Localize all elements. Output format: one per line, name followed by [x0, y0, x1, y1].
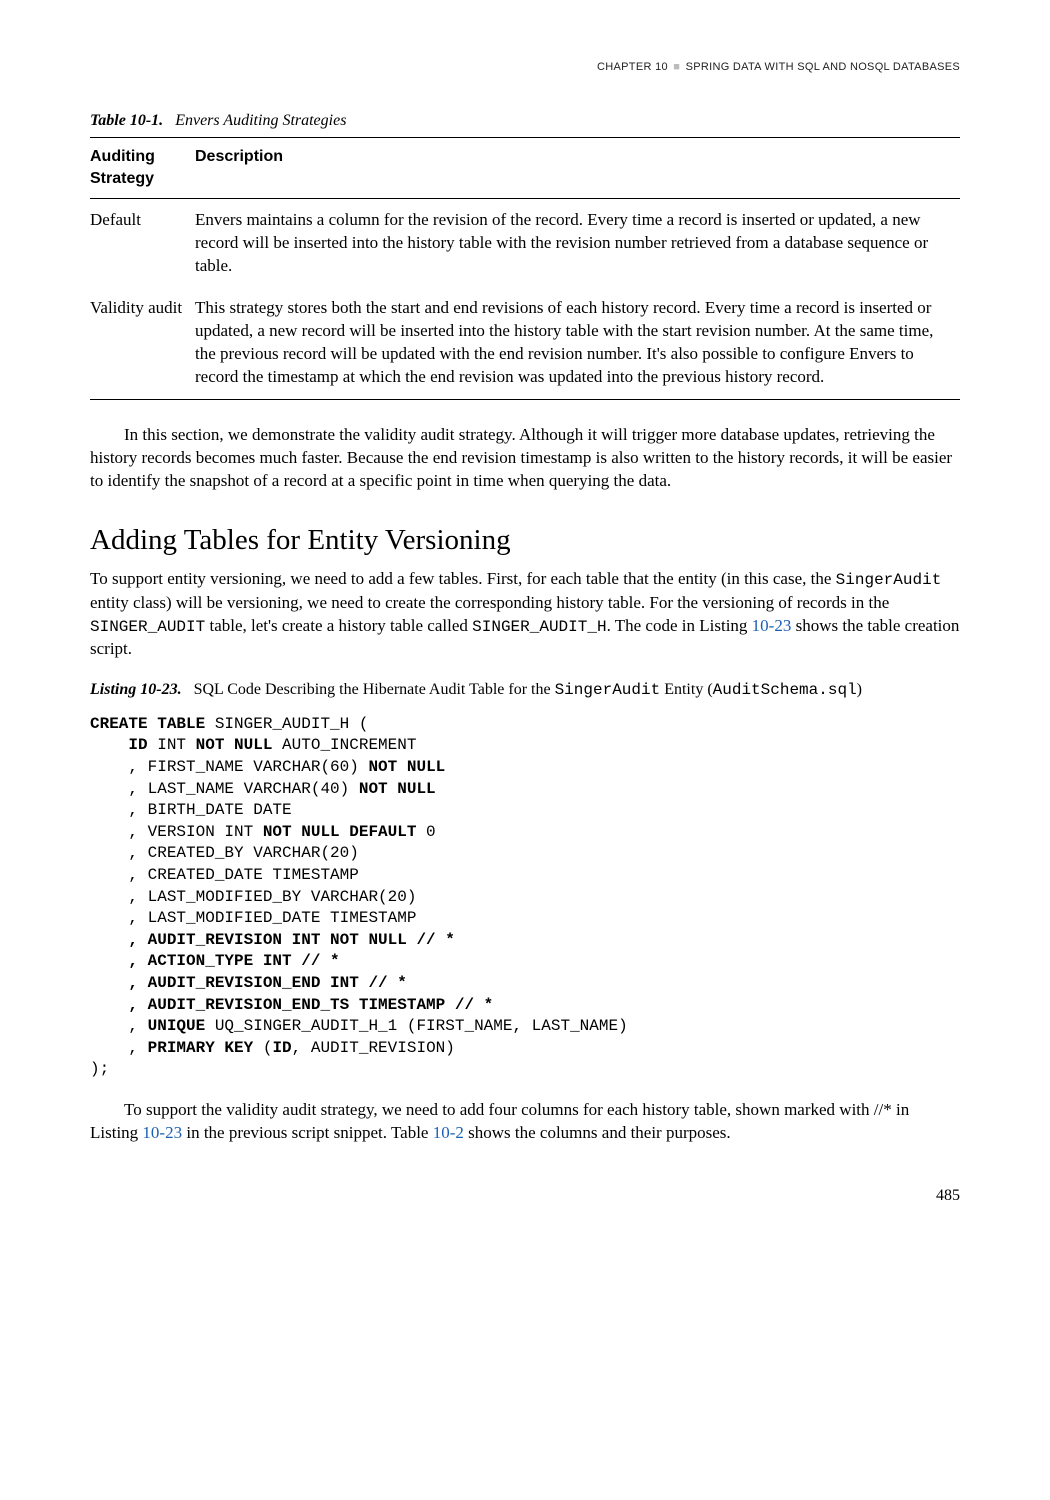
table-number: Table 10-1. — [90, 112, 163, 129]
code-block: CREATE TABLE SINGER_AUDIT_H ( ID INT NOT… — [90, 714, 960, 1081]
running-head: CHAPTER 10 ■ SPRING DATA WITH SQL AND NO… — [90, 60, 960, 75]
inline-code: SINGER_AUDIT_H — [472, 618, 606, 636]
table-row: Default Envers maintains a column for th… — [90, 198, 960, 287]
table-ref-link[interactable]: 10-2 — [433, 1123, 464, 1142]
page-number: 485 — [90, 1185, 960, 1207]
auditing-strategies-table: Auditing Strategy Description Default En… — [90, 137, 960, 400]
separator-icon: ■ — [673, 61, 680, 73]
table-caption: Table 10-1. Envers Auditing Strategies — [90, 110, 960, 132]
cell-description: This strategy stores both the start and … — [195, 287, 960, 399]
listing-number: Listing 10-23. — [90, 681, 182, 698]
body-paragraph: In this section, we demonstrate the vali… — [90, 424, 960, 493]
inline-code: SingerAudit — [555, 681, 661, 699]
col-header-description: Description — [195, 138, 960, 198]
chapter-label: CHAPTER 10 — [597, 61, 668, 73]
inline-code: SingerAudit — [836, 571, 942, 589]
listing-ref-link[interactable]: 10-23 — [142, 1123, 182, 1142]
listing-caption: Listing 10-23. SQL Code Describing the H… — [90, 679, 960, 702]
inline-code: SINGER_AUDIT — [90, 618, 205, 636]
inline-code: AuditSchema.sql — [713, 681, 857, 699]
col-header-strategy: Auditing Strategy — [90, 138, 195, 198]
table-row: Validity audit This strategy stores both… — [90, 287, 960, 399]
chapter-title: SPRING DATA WITH SQL AND NOSQL DATABASES — [686, 61, 960, 73]
section-heading: Adding Tables for Entity Versioning — [90, 521, 960, 560]
cell-strategy: Default — [90, 198, 195, 287]
body-paragraph: To support the validity audit strategy, … — [90, 1099, 960, 1145]
table-caption-title: Envers Auditing Strategies — [175, 112, 346, 129]
cell-strategy: Validity audit — [90, 287, 195, 399]
listing-ref-link[interactable]: 10-23 — [752, 616, 792, 635]
cell-description: Envers maintains a column for the revisi… — [195, 198, 960, 287]
body-paragraph: To support entity versioning, we need to… — [90, 568, 960, 661]
